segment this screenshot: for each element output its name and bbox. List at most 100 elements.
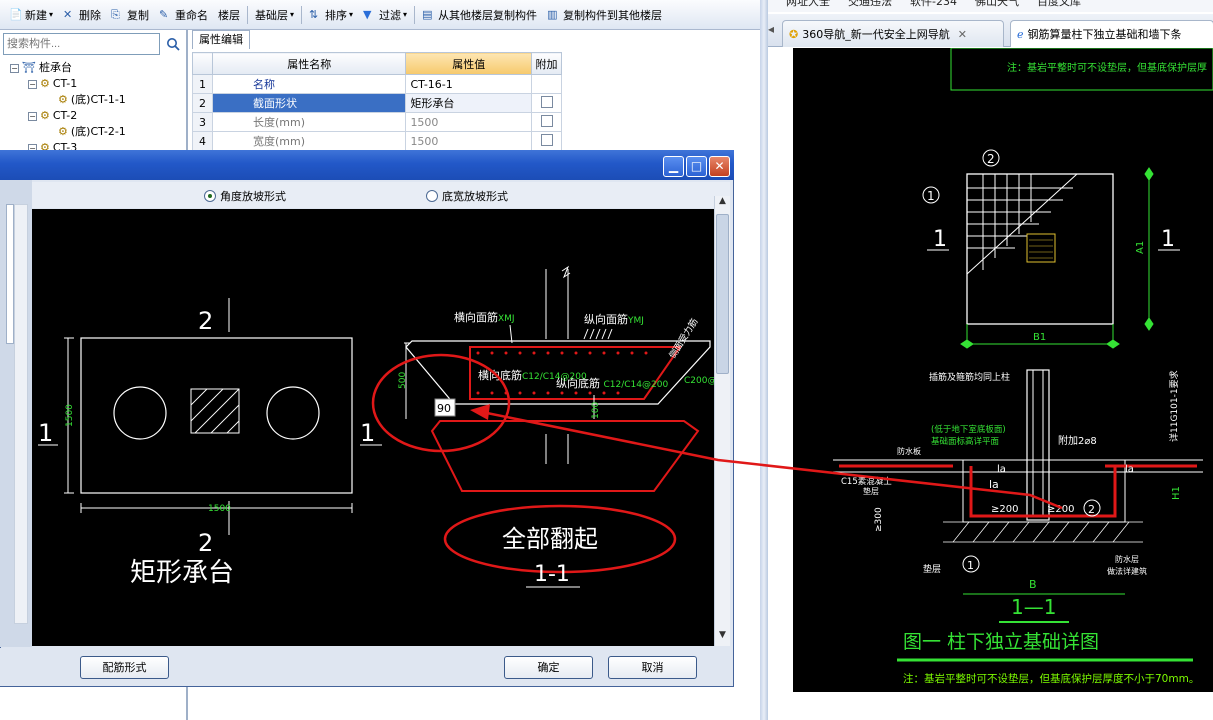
- prop-value-cell[interactable]: 矩形承台: [405, 93, 533, 113]
- chevron-down-icon: ▾: [349, 10, 354, 19]
- search-icon[interactable]: [162, 33, 184, 55]
- cad-note-spec: 详11G101-1要求: [1168, 370, 1180, 442]
- table-row[interactable]: 3 长度(mm) 1500: [192, 112, 562, 132]
- toolbar-item-4[interactable]: 楼层: [213, 4, 245, 26]
- cancel-button[interactable]: 取消: [608, 656, 697, 679]
- tree-item[interactable]: − ⛩ 桩承台: [10, 60, 72, 76]
- table-row[interactable]: 1 名称 CT-16-1: [192, 74, 562, 94]
- maximize-icon[interactable]: □: [686, 156, 707, 177]
- extra-checkbox[interactable]: [540, 114, 553, 127]
- cad-label-la: la: [997, 464, 1006, 475]
- chevron-down-icon: ▾: [403, 10, 408, 19]
- toolbar-item-9[interactable]: ▥ 复制构件到其他楼层: [542, 4, 667, 26]
- prop-name-cell: 长度(mm): [211, 112, 407, 132]
- top-h-label: 横向面筋: [454, 310, 498, 324]
- copy-from-floor-icon: ▤: [422, 8, 433, 21]
- vertical-scrollbar[interactable]: ▲ ▼: [714, 196, 730, 646]
- collapse-icon[interactable]: −: [28, 111, 37, 121]
- tree-item[interactable]: − ⚙ CT-1: [28, 76, 77, 92]
- svg-text:1: 1: [1161, 227, 1175, 252]
- prop-value-cell[interactable]: 1500: [405, 131, 533, 151]
- tab-scroll-arrow-icon[interactable]: ◂: [768, 22, 778, 42]
- toolbar-item-8[interactable]: ▤ 从其他楼层复制构件: [417, 4, 542, 26]
- toolbar-item-1[interactable]: ✕ 删除: [58, 4, 106, 26]
- table-row[interactable]: 2 截面形状 矩形承台: [192, 93, 562, 113]
- toolbar-item-3[interactable]: ✎ 重命名: [154, 4, 213, 26]
- favorite-link[interactable]: 交通违法: [848, 0, 892, 8]
- copy-icon: ⎘: [111, 8, 120, 21]
- svg-text:纵向面筋YMJ: 纵向面筋YMJ: [584, 312, 644, 326]
- sort-icon: ⇅: [309, 8, 319, 21]
- toolbar-item-6[interactable]: ⇅ 排序 ▾: [304, 4, 358, 26]
- svg-text:1: 1: [967, 559, 974, 572]
- toolbar-item-label: 过滤: [379, 8, 402, 22]
- rebar-preview-canvas[interactable]: 2 2 1 1 1500 1500 矩形承台 500 100 横向面筋XMJ 纵…: [32, 209, 734, 646]
- row-number: 4: [192, 131, 213, 151]
- dialog-left-strip: [0, 180, 32, 647]
- toolbar-separator: [301, 5, 303, 24]
- favorite-link[interactable]: 网址大全: [786, 0, 830, 8]
- cad-note-top: 注：基岩平整时可不设垫层，但基底保护层厚: [1007, 61, 1207, 74]
- collapse-icon[interactable]: −: [10, 63, 19, 73]
- prop-value-cell[interactable]: 1500: [405, 112, 533, 132]
- tab-property-edit[interactable]: 属性编辑: [192, 30, 250, 49]
- tab-close-icon[interactable]: ✕: [958, 28, 967, 41]
- toolbar-separator: [247, 5, 249, 24]
- extra-checkbox[interactable]: [540, 95, 553, 108]
- tree-item-label: (底)CT-1-1: [70, 93, 126, 106]
- filter-icon: ▼: [363, 8, 372, 21]
- tree-item[interactable]: ⚙ (底)CT-2-1: [46, 124, 126, 140]
- svg-text:la: la: [989, 478, 999, 491]
- collapse-icon[interactable]: −: [28, 79, 37, 89]
- toolbar-item-label: 复制: [127, 8, 150, 22]
- browser-tab-label: 钢筋算量柱下独立基础和墙下条: [1027, 28, 1182, 41]
- favorites-bar: 网址大全 交通违法 软件-234 佛山天气 百度文库: [768, 0, 1213, 12]
- tree-item-label: 桩承台: [38, 61, 72, 74]
- rebar-form-button[interactable]: 配筋形式: [80, 656, 169, 679]
- prop-value-cell[interactable]: CT-16-1: [405, 74, 533, 94]
- toolbar-item-5[interactable]: 基础层 ▾: [250, 4, 299, 26]
- svg-text:防水层: 防水层: [1115, 554, 1139, 564]
- plan-length-vertical: 1500: [65, 404, 75, 427]
- browser-tab[interactable]: ✪ 360导航_新一代安全上网导航 ✕: [782, 20, 1004, 47]
- prop-name-cell: 截面形状: [211, 93, 407, 113]
- cad-label-a1: A1: [1135, 241, 1146, 254]
- favorite-link[interactable]: 佛山天气: [975, 0, 1019, 8]
- top-h-code: XMJ: [498, 314, 515, 324]
- radio-width-label: 底宽放坡形式: [442, 190, 508, 203]
- radio-width-slope[interactable]: 底宽放坡形式: [426, 188, 508, 204]
- toolbar-item-7[interactable]: ▼ 过滤 ▾: [358, 4, 412, 26]
- search-component-input[interactable]: [3, 33, 160, 55]
- svg-text:1: 1: [933, 227, 947, 252]
- cad-note-bottom: 注：基岩平整时可不设垫层，但基底保护层厚度不小于70mm。: [903, 672, 1199, 685]
- favorite-link[interactable]: 百度文库: [1037, 0, 1081, 8]
- rename-icon: ✎: [159, 8, 169, 21]
- prop-name-cell: 名称: [211, 74, 407, 94]
- svg-text:2: 2: [1088, 503, 1095, 516]
- ok-button[interactable]: 确定: [504, 656, 593, 679]
- cad-label-c15: C15素混凝土: [841, 476, 892, 487]
- favorite-link[interactable]: 软件-234: [910, 0, 957, 8]
- browser-tab[interactable]: ℯ 钢筋算量柱下独立基础和墙下条: [1010, 20, 1213, 47]
- tree-item[interactable]: − ⚙ CT-2: [28, 108, 77, 124]
- close-icon[interactable]: ✕: [709, 156, 730, 177]
- svg-text:纵向底筋 C12/C14@200: 纵向底筋 C12/C14@200: [556, 376, 668, 390]
- table-row[interactable]: 4 宽度(mm) 1500: [192, 131, 562, 151]
- row-number: 1: [192, 74, 213, 94]
- cad-label-pad: 垫层: [923, 563, 941, 575]
- dialog-title-bar[interactable]: [0, 150, 734, 180]
- chevron-down-icon: ▾: [290, 10, 295, 19]
- tree-item[interactable]: ⚙ (底)CT-1-1: [46, 92, 126, 108]
- prop-extra-header: 附加: [531, 52, 562, 75]
- splitter-bar[interactable]: [760, 0, 768, 720]
- extra-checkbox[interactable]: [540, 133, 553, 146]
- toolbar-item-2[interactable]: ⎘ 复制: [106, 4, 154, 26]
- cad-foundation-detail-image: 注：基岩平整时可不设垫层，但基底保护层厚 2 1 1 1 A1 B1 插筋及箍筋…: [793, 47, 1213, 692]
- prop-extra-cell: [531, 74, 562, 94]
- toolbar-item-label: 基础层: [255, 8, 289, 22]
- minimize-icon[interactable]: ▁: [663, 156, 684, 177]
- slope-mode-bar: [32, 182, 730, 208]
- radio-angle-slope[interactable]: 角度放坡形式: [204, 188, 286, 204]
- toolbar-item-0[interactable]: 📄 新建 ▾: [4, 4, 58, 26]
- c200-label: C200@200: [684, 376, 714, 386]
